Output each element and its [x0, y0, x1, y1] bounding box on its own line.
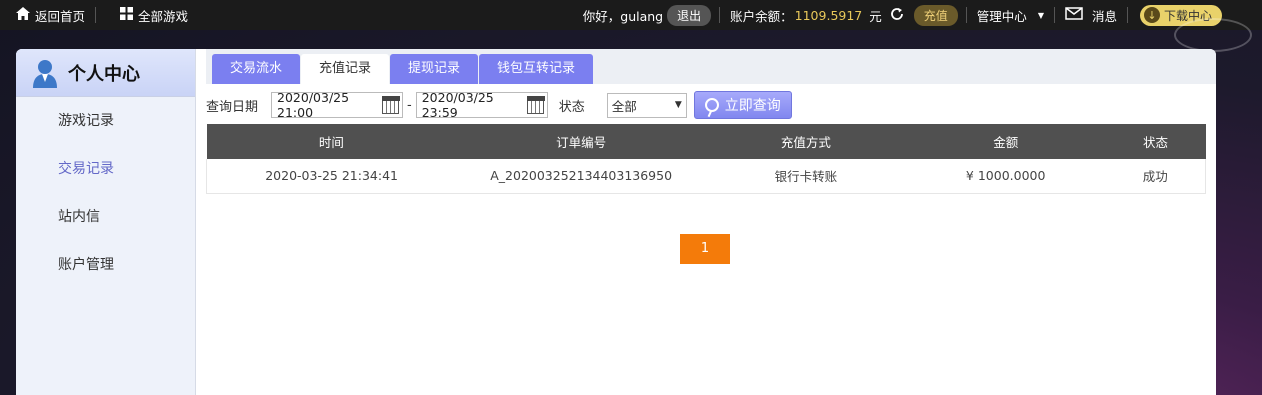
query-bar: 查询日期 2020/03/25 21:00 - 2020/03/25 23:59… — [206, 90, 792, 120]
download-icon: ↓ — [1143, 7, 1160, 23]
table-row: 2020-03-25 21:34:41 A_202003252134403136… — [206, 159, 1206, 194]
balance: 账户余额： 1109.5917 元 — [720, 0, 914, 30]
tab-transaction-flow[interactable]: 交易流水 — [212, 54, 301, 84]
cell-status: 成功 — [1105, 159, 1206, 194]
messages-link[interactable]: 消息 — [1055, 0, 1127, 30]
top-bar: 返回首页 全部游戏 你好，gulang 退出 账户余额： 1109.5917 元… — [0, 0, 1262, 30]
tab-bar: 交易流水 充值记录 提现记录 钱包互转记录 — [212, 54, 594, 84]
date-separator: - — [407, 97, 412, 113]
tab-recharge-records[interactable]: 充值记录 — [301, 54, 390, 84]
caret-down-icon: ▼ — [674, 100, 682, 110]
cell-time: 2020-03-25 21:34:41 — [206, 159, 457, 194]
sidebar-item-transactions[interactable]: 交易记录 — [16, 145, 195, 193]
search-icon — [704, 98, 719, 112]
records-table: 时间 订单编号 充值方式 金额 状态 2020-03-25 21:34:41 A… — [206, 124, 1206, 194]
column-header-amount: 金额 — [905, 124, 1106, 159]
all-games-link[interactable]: 全部游戏 — [96, 0, 198, 30]
sidebar-title: 个人中心 — [68, 63, 140, 85]
home-icon — [16, 7, 30, 23]
refresh-icon[interactable] — [890, 7, 904, 24]
end-date-field[interactable]: 2020/03/25 23:59 — [415, 90, 548, 120]
calendar-icon[interactable] — [526, 96, 545, 114]
start-date-value: 2020/03/25 21:00 — [277, 90, 350, 120]
column-header-method: 充值方式 — [706, 124, 906, 159]
column-header-time: 时间 — [206, 124, 457, 159]
start-date-field[interactable]: 2020/03/25 21:00 — [271, 90, 404, 120]
tab-withdraw-records[interactable]: 提现记录 — [390, 54, 479, 84]
status-select[interactable]: 全部 ▼ — [606, 92, 687, 118]
sidebar: 个人中心 游戏记录 交易记录 站内信 账户管理 — [16, 49, 196, 395]
mail-icon — [1065, 7, 1083, 23]
cell-amount: ¥ 1000.0000 — [905, 159, 1106, 194]
user-icon — [32, 58, 58, 88]
admin-label: 管理中心 — [976, 8, 1027, 24]
balance-value: 1109.5917 — [794, 7, 863, 23]
sidebar-item-messages[interactable]: 站内信 — [16, 193, 195, 241]
balance-unit: 元 — [869, 8, 882, 24]
page-button-current[interactable]: 1 — [680, 234, 730, 264]
main-panel: 个人中心 游戏记录 交易记录 站内信 账户管理 交易流水 充值记录 提现记录 钱… — [16, 49, 1216, 395]
watermark-logo — [1174, 18, 1252, 52]
date-label: 查询日期 — [206, 99, 259, 115]
end-date-value: 2020/03/25 23:59 — [421, 90, 494, 120]
home-link[interactable]: 返回首页 — [0, 0, 95, 30]
column-header-order-id: 订单编号 — [456, 124, 707, 159]
table-header-row: 时间 订单编号 充值方式 金额 状态 — [206, 124, 1206, 159]
sidebar-item-game-records[interactable]: 游戏记录 — [16, 97, 195, 145]
admin-dropdown[interactable]: 管理中心 ▼ — [967, 0, 1054, 30]
messages-label: 消息 — [1091, 8, 1117, 24]
home-label: 返回首页 — [35, 8, 86, 24]
tab-wallet-transfer[interactable]: 钱包互转记录 — [479, 54, 594, 84]
content-area: 交易流水 充值记录 提现记录 钱包互转记录 查询日期 2020/03/25 21… — [206, 49, 1216, 395]
status-select-value: 全部 — [611, 98, 637, 114]
sidebar-item-account[interactable]: 账户管理 — [16, 241, 195, 289]
greeting-text: 你好，gulang — [582, 8, 664, 24]
divider — [1126, 7, 1128, 23]
all-games-label: 全部游戏 — [138, 8, 189, 24]
balance-label: 账户余额： — [730, 8, 793, 24]
cell-method: 银行卡转账 — [706, 159, 906, 194]
column-header-status: 状态 — [1105, 124, 1206, 159]
cell-order-id: A_20200325213440313695​0 — [456, 159, 707, 194]
calendar-icon[interactable] — [382, 96, 401, 114]
query-button-label: 立即查询 — [724, 98, 781, 114]
recharge-button[interactable]: 充值 — [913, 4, 958, 26]
sidebar-header: 个人中心 — [16, 49, 195, 97]
grid-icon — [120, 7, 134, 23]
caret-down-icon: ▼ — [1037, 10, 1044, 20]
status-label: 状态 — [558, 99, 585, 115]
logout-button[interactable]: 退出 — [667, 4, 712, 26]
query-button[interactable]: 立即查询 — [693, 91, 792, 119]
user-greeting: 你好，gulang — [573, 0, 667, 30]
